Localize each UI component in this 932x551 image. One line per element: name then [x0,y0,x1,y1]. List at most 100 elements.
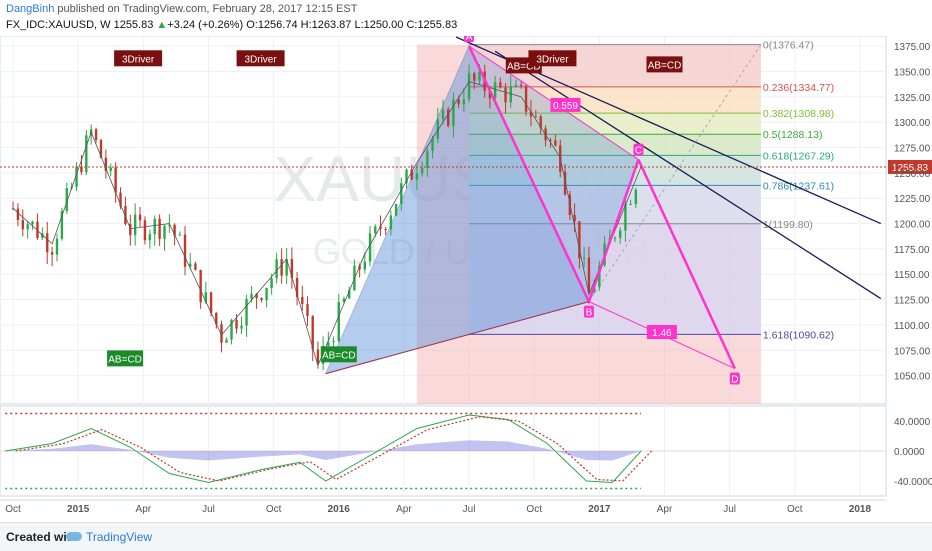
time-tick-label: Apr [657,504,673,515]
candle-body [368,233,372,262]
candle-body [225,339,228,343]
candle-body [467,73,471,100]
fib-level-label: 0.382(1308.98) [763,108,834,120]
fib-level-label: 0.618(1267.29) [763,150,834,162]
candle-body [138,214,142,221]
price-tick-label: 1350.00 [894,67,931,78]
candle-body [16,208,20,221]
time-tick-label: 2015 [67,504,90,515]
candle-body [194,263,197,270]
candle-body [46,233,49,253]
candle-body [199,269,202,303]
chart-canvas[interactable]: XAUUSD, WGOLD / US DOLLAR0(1376.47)0.236… [0,36,932,522]
fib-level-label: 1.618(1090.62) [763,329,834,341]
price-tick-label: 1100.00 [894,321,930,332]
osc-tick-label: 40.0000 [894,417,931,428]
candle-body [178,234,182,236]
candle-body [265,287,268,301]
ratio-label-2: 1.46 [652,328,672,339]
candle-body [519,84,523,86]
candle-body [94,129,98,141]
symbol-info: FX_IDC:XAUUSD, W 1255.83 ▲+3.24 (+0.26%)… [6,19,457,31]
candle-body [240,325,243,329]
candle-body [153,218,156,235]
candle-body [245,299,248,326]
pattern-tag-label: 3Driver [122,54,155,65]
candle-body [275,259,278,279]
time-tick-label: Oct [787,504,803,515]
pattern-tag-label: AB=CD [322,350,356,361]
candle-body [452,99,455,126]
candle-body [493,82,497,99]
candle-body [26,224,29,230]
candle-body [337,301,340,342]
candle-body [441,109,445,120]
publish-info: DangBinh published on TradingView.com, F… [6,3,357,15]
pattern-tag-label: AB=CD [108,354,142,365]
last-price: 1255.83 [113,19,154,31]
candle-body [31,221,34,225]
candle-body [473,73,476,81]
time-tick-label: 2018 [849,504,872,515]
candle-body [306,304,309,317]
time-tick-label: Oct [5,504,21,515]
candle-body [260,298,263,301]
fib-level-label: 0.5(1288.13) [763,129,823,141]
candle-body [400,183,403,205]
tradingview-link[interactable]: TradingView [86,530,152,544]
candle-body [384,228,387,230]
ohlc-values: O:1256.74 H:1263.87 L:1250.00 C:1255.83 [246,19,458,31]
candle-body [587,257,591,293]
price-tick-label: 1250.00 [894,169,931,180]
fib-level-label: 1(1199.80) [763,219,813,231]
candle-body [447,109,450,126]
candle-body [524,85,528,112]
candle-body [426,150,429,168]
candle-body [374,226,377,234]
candle-body [133,214,137,236]
candle-body [462,99,466,105]
price-tick-label: 1050.00 [894,372,931,383]
price-tick-label: 1175.00 [894,245,930,256]
candle-body [514,84,518,87]
price-change: +3.24 (+0.26%) [167,19,244,31]
candle-body [183,234,187,267]
price-tick-label: 1125.00 [894,296,930,307]
candle-body [332,341,335,343]
pattern-tag-label: 3Driver [536,54,569,65]
price-tick-label: 1200.00 [894,220,931,231]
candle-body [582,257,586,259]
time-tick-label: 2016 [328,504,351,515]
published-text: published on TradingView.com, February 2… [57,3,358,15]
time-tick-label: Jul [723,504,736,515]
candle-body [420,167,424,174]
price-tick-label: 1225.00 [894,194,931,205]
pattern-point-label: A [466,36,473,43]
time-tick-label: Oct [526,504,542,515]
candle-body [634,189,638,204]
time-tick-label: Jul [463,504,476,515]
candle-body [301,296,304,305]
candle-body [114,167,117,193]
price-tick-label: 1075.00 [894,346,931,357]
author-link[interactable]: DangBinh [6,3,54,15]
time-tick-label: Oct [266,504,282,515]
price-tick-label: 1300.00 [894,118,931,129]
pattern-point-label: B [586,308,593,319]
candle-body [55,238,59,255]
fib-level-label: 0.786(1237.61) [763,180,834,192]
up-arrow-icon: ▲ [156,19,168,31]
pattern-tag-label: AB=CD [648,60,682,71]
candle-body [148,234,152,241]
candle-body [509,86,512,103]
candle-body [431,138,434,151]
candle-body [158,218,161,239]
candle-body [499,82,502,88]
pattern-point-label: C [635,146,642,157]
fib-level-label: 0.236(1334.77) [763,82,834,94]
pattern-tag-label: 3Driver [244,54,277,65]
candle-body [534,116,538,118]
candle-body [619,230,622,238]
candle-body [415,173,419,180]
time-tick-label: 2017 [588,504,611,515]
